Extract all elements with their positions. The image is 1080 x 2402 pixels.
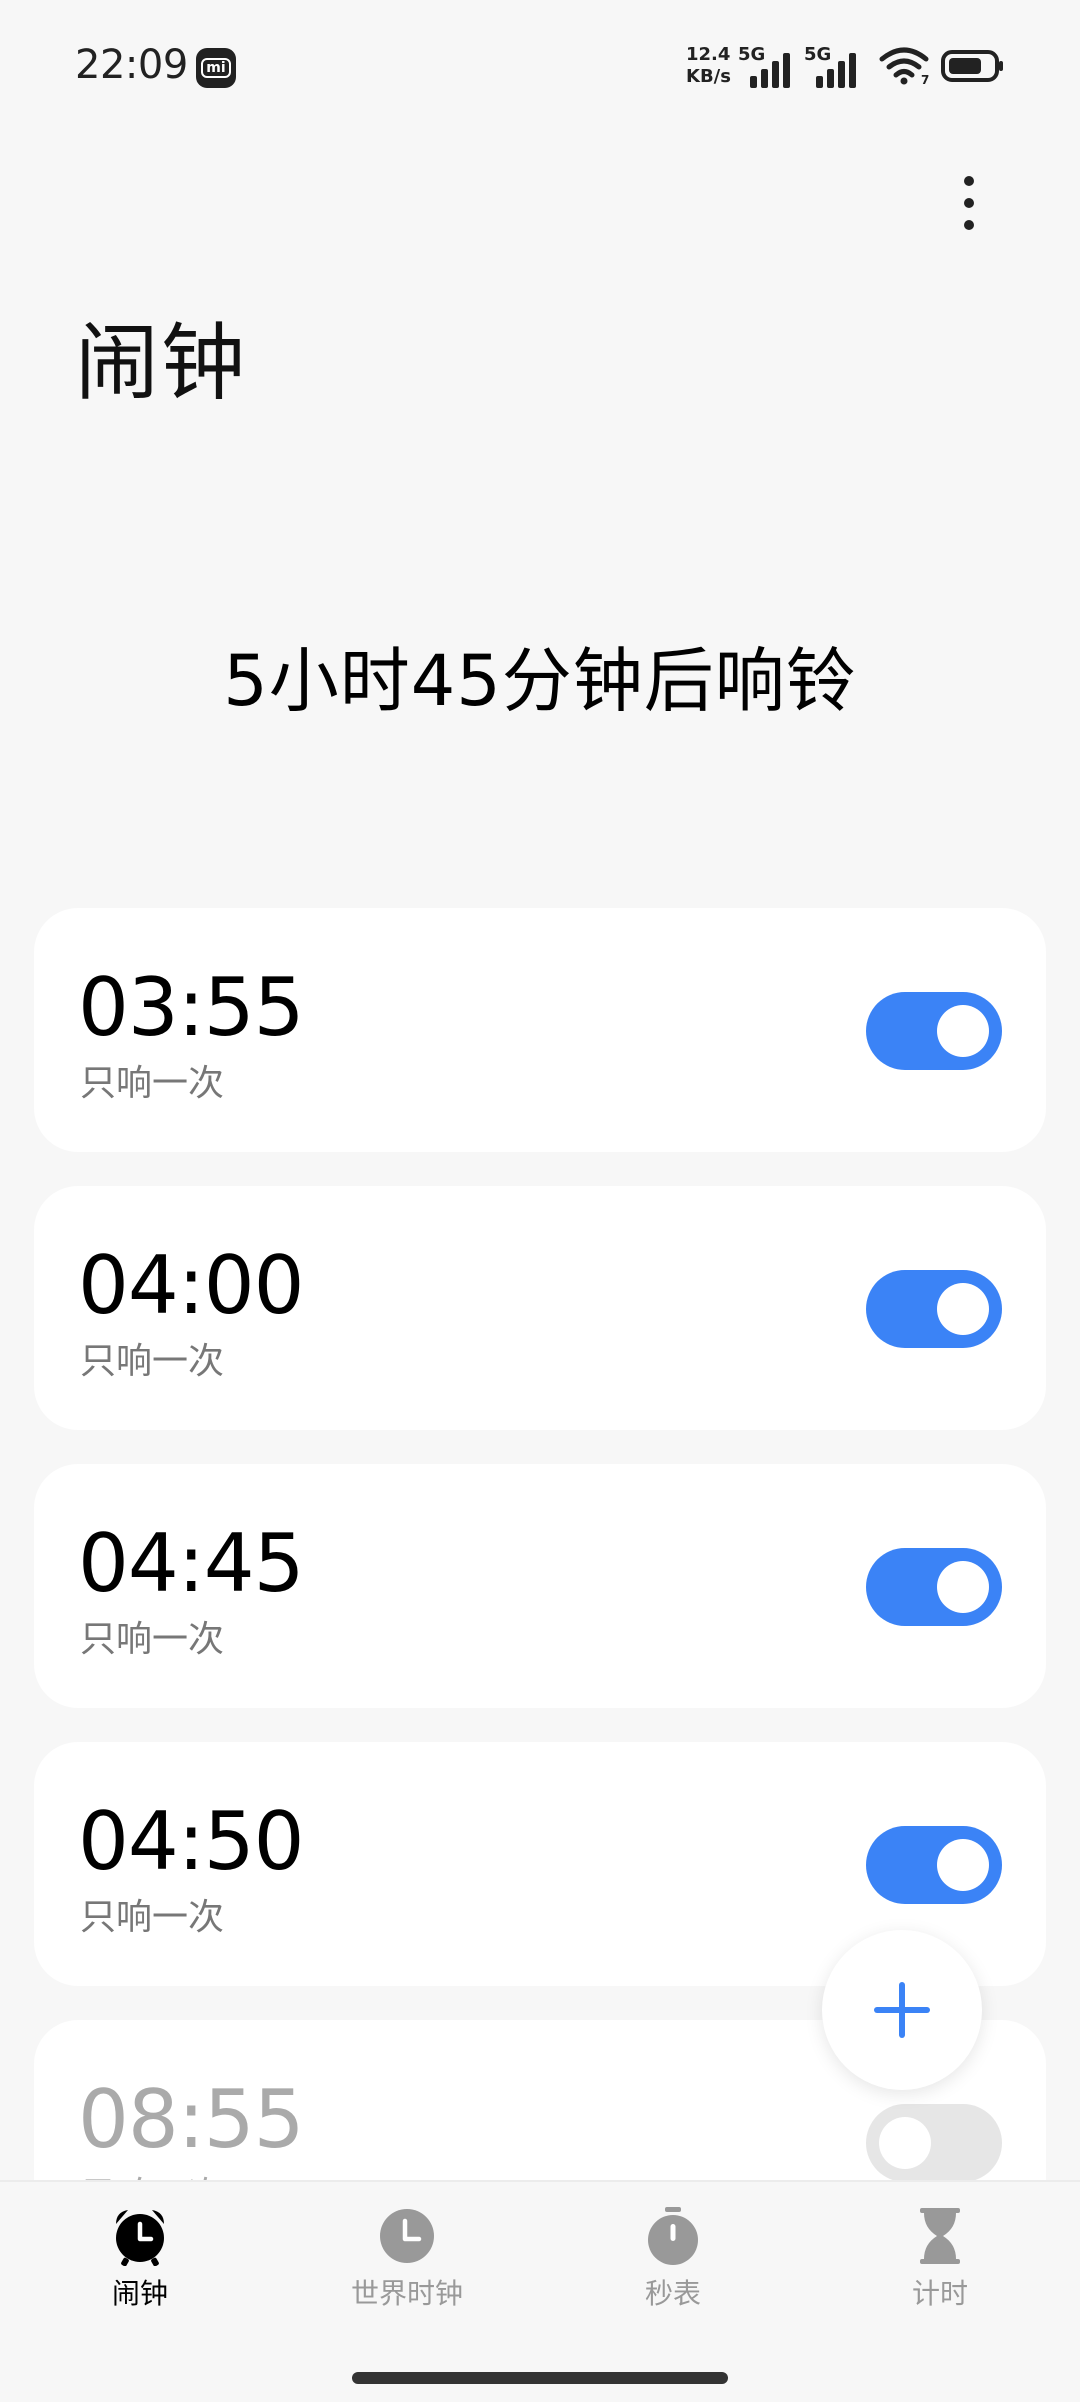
toggle-knob <box>937 1005 989 1057</box>
nav-label-world-clock: 世界时钟 <box>350 2277 463 2310</box>
alarm-item[interactable]: 04:45 只响一次 <box>34 1464 1046 1708</box>
battery-icon <box>941 50 1003 82</box>
stopwatch-icon <box>641 2204 705 2268</box>
alarm-item[interactable]: 04:00 只响一次 <box>34 1186 1046 1430</box>
nav-tab-stopwatch[interactable]: 秒表 <box>573 2204 773 2324</box>
alarm-toggle[interactable] <box>866 2104 1002 2180</box>
plus-icon <box>874 1982 930 2038</box>
toggle-knob <box>937 1839 989 1891</box>
alarm-item[interactable]: 03:55 只响一次 <box>34 908 1046 1152</box>
alarm-time: 03:55 <box>78 961 305 1054</box>
alarm-repeat-label: 只响一次 <box>80 1063 225 1104</box>
toggle-knob <box>879 2117 931 2169</box>
alarm-time: 04:00 <box>78 1239 305 1332</box>
wifi-icon: 7 <box>879 47 929 85</box>
nav-label-stopwatch: 秒表 <box>644 2277 701 2310</box>
alarm-toggle[interactable] <box>866 1270 1002 1348</box>
nav-tab-world-clock[interactable]: 世界时钟 <box>307 2204 507 2324</box>
alarm-time: 08:55 <box>78 2073 305 2166</box>
mi-badge-text: mi <box>201 58 231 78</box>
network-speed-unit: KB/s <box>686 66 731 87</box>
alarm-time: 04:45 <box>78 1517 305 1610</box>
sim2-signal-icon: 5G <box>804 44 864 88</box>
more-vertical-icon <box>964 176 974 230</box>
nav-label-alarm: 闹钟 <box>111 2277 168 2310</box>
world-clock-icon <box>375 2204 439 2268</box>
alarm-repeat-label: 只响一次 <box>80 1897 225 1938</box>
alarm-clock-icon <box>108 2204 172 2268</box>
sim2-bars-icon <box>816 53 856 88</box>
sim1-bars-icon <box>750 53 790 88</box>
status-right-icons: 7 <box>879 46 1005 86</box>
alarm-toggle[interactable] <box>866 992 1002 1070</box>
add-alarm-button[interactable] <box>822 1930 982 2090</box>
alarm-time: 04:50 <box>78 1795 305 1888</box>
alarm-repeat-label: 只响一次 <box>80 2166 224 2180</box>
wifi-badge: 7 <box>921 73 929 85</box>
alarm-toggle[interactable] <box>866 1548 1002 1626</box>
toggle-knob <box>937 1561 989 1613</box>
nav-tab-alarm[interactable]: 闹钟 <box>40 2204 240 2324</box>
toggle-knob <box>937 1283 989 1335</box>
status-time: 22:09 <box>75 42 188 88</box>
battery-fill <box>949 58 981 74</box>
more-options-button[interactable] <box>944 168 994 238</box>
mi-notification-icon: mi <box>196 48 236 88</box>
alarm-repeat-label: 只响一次 <box>80 1619 225 1660</box>
alarm-repeat-label: 只响一次 <box>80 1341 225 1382</box>
sim1-signal-icon: 5G <box>738 44 798 88</box>
alarm-toggle[interactable] <box>866 1826 1002 1904</box>
nav-tab-timer[interactable]: 计时 <box>840 2204 1040 2324</box>
hourglass-icon <box>908 2204 972 2268</box>
status-bar: 22:09 mi 12.4 KB/s 5G 5G 7 <box>0 0 1080 130</box>
network-speed: 12.4 KB/s <box>686 44 742 88</box>
bottom-navigation: 闹钟 世界时钟 秒表 计时 <box>0 2180 1080 2402</box>
next-alarm-countdown: 5小时45分钟后响铃 <box>223 640 857 722</box>
page-title: 闹钟 <box>75 314 248 412</box>
nav-label-timer: 计时 <box>911 2277 968 2310</box>
home-indicator[interactable] <box>352 2372 728 2384</box>
network-speed-value: 12.4 <box>686 44 731 65</box>
